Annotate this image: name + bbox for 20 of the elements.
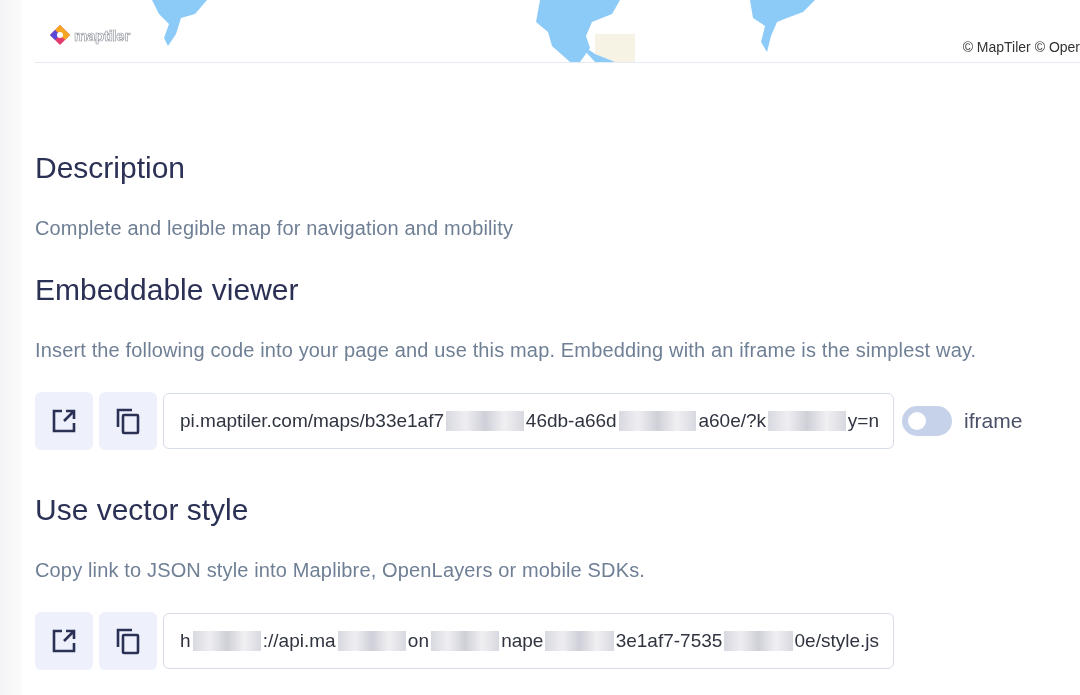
copy-icon: [115, 407, 141, 435]
url-field[interactable]: pi.maptiler.com/maps/b33e1af7 46db-a66d a60e/?k y=n: [163, 393, 894, 449]
section-heading: Use vector style: [35, 492, 250, 528]
external-link-icon: [51, 408, 77, 434]
copy-button[interactable]: [99, 392, 157, 450]
section-heading: Description: [35, 150, 187, 186]
section-description: Copy link to JSON style into Maplibre, OpenLayers or mobile SDKs.: [35, 558, 646, 583]
toggle-switch[interactable]: [902, 406, 952, 436]
url-field[interactable]: h ://api.ma on nape 3e1af7-7535 0e/style.js: [163, 613, 894, 669]
section-heading: Embeddable viewer: [35, 272, 300, 308]
copy-button[interactable]: [99, 612, 157, 670]
section-description: Insert the following code into your page and use this map. Embedding with an iframe is the simplest way.: [35, 338, 978, 363]
logo-icon: [49, 24, 71, 46]
toggle-label: iframe: [964, 409, 1023, 433]
open-link-button[interactable]: [35, 612, 93, 670]
external-link-icon: [51, 628, 77, 654]
logo-text: maptiler: [74, 26, 130, 44]
copy-icon: [115, 627, 141, 655]
open-link-button[interactable]: [35, 392, 93, 450]
section-description: Complete and legible map for navigation and mobility: [35, 216, 515, 241]
